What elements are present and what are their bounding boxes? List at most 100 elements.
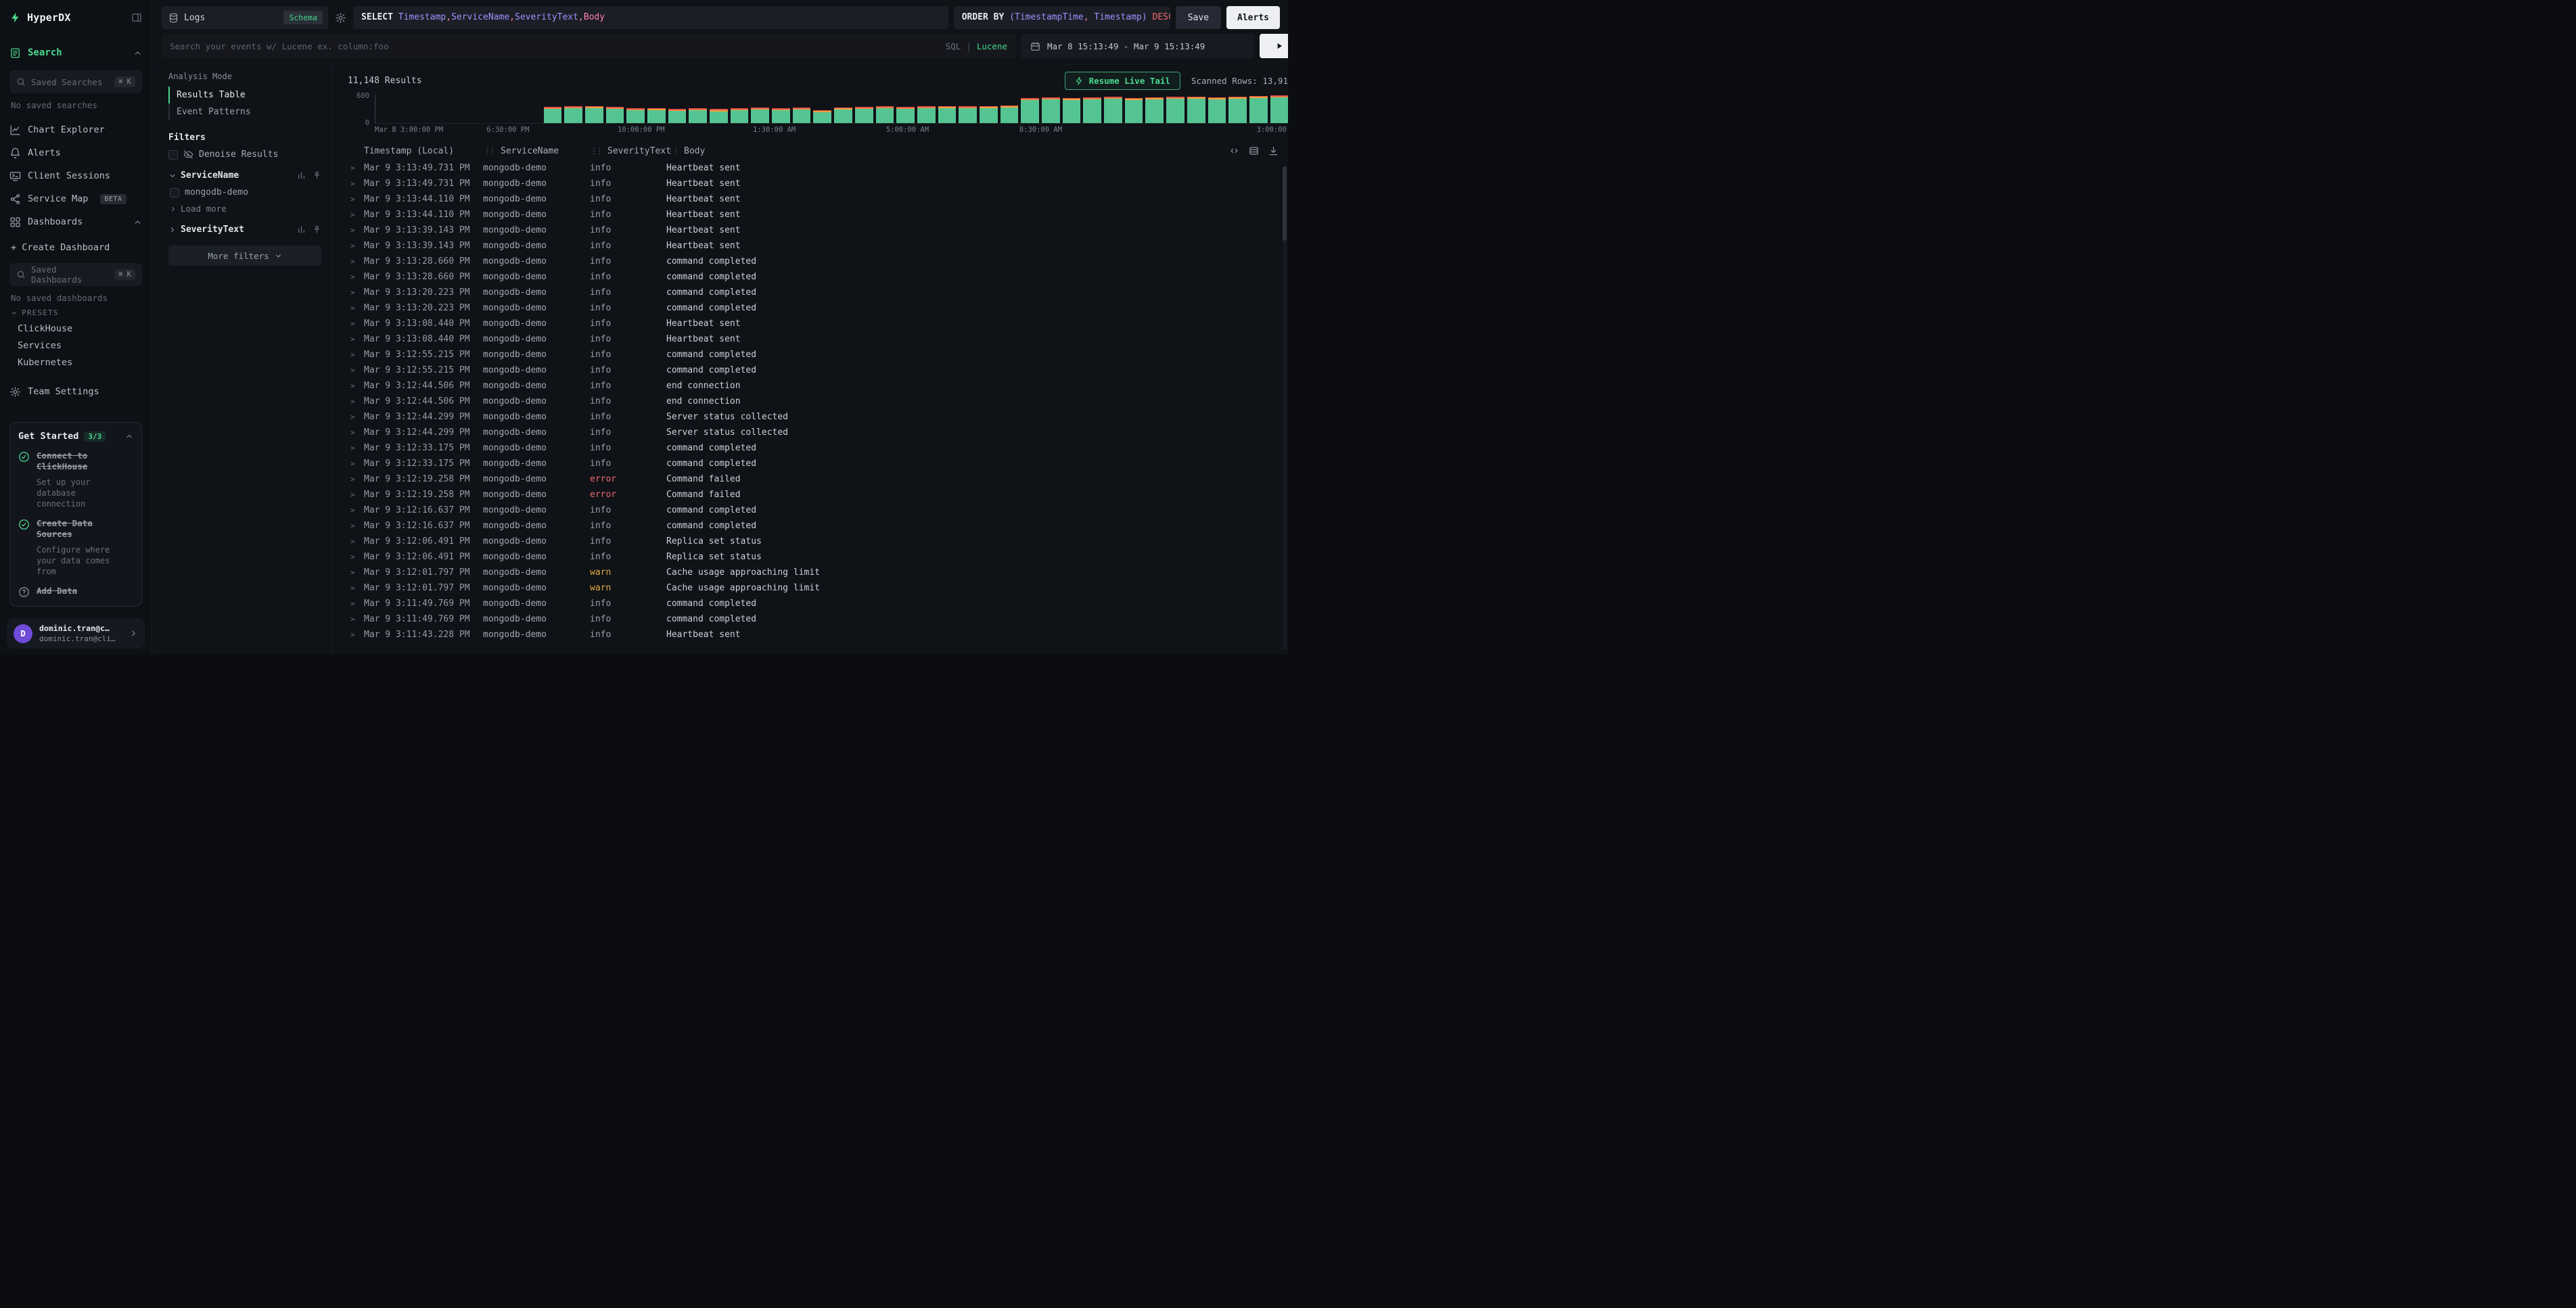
histogram-bar[interactable] (938, 106, 957, 123)
more-filters-button[interactable]: More filters (168, 246, 321, 266)
pin-icon[interactable] (313, 225, 321, 234)
resume-live-tail-button[interactable]: Resume Live Tail (1065, 72, 1180, 90)
saved-dashboards-input[interactable]: Saved Dashboards ⌘ K (9, 263, 142, 286)
filter-option-mongodb-demo[interactable]: mongodb-demo (170, 187, 321, 197)
histogram-bar[interactable] (1145, 97, 1164, 123)
lang-lucene-toggle[interactable]: Lucene (977, 41, 1007, 51)
histogram-bar[interactable] (564, 106, 582, 123)
checkbox[interactable] (168, 150, 178, 160)
histogram-bar[interactable] (1187, 97, 1205, 123)
get-started-item[interactable]: Create Data SourcesConfigure where your … (18, 518, 133, 577)
table-row[interactable]: >Mar 9 3:11:49.769 PMmongodb-demoinfocom… (348, 596, 1288, 611)
table-row[interactable]: >Mar 9 3:13:08.440 PMmongodb-demoinfoHea… (348, 331, 1288, 347)
table-row[interactable]: >Mar 9 3:13:49.731 PMmongodb-demoinfoHea… (348, 160, 1288, 176)
histogram-bar[interactable] (751, 108, 769, 123)
table-row[interactable]: >Mar 9 3:13:28.660 PMmongodb-demoinfocom… (348, 269, 1288, 285)
row-expand-chevron-icon[interactable]: > (348, 319, 364, 328)
table-row[interactable]: >Mar 9 3:12:33.175 PMmongodb-demoinfocom… (348, 440, 1288, 456)
histogram-bar[interactable] (980, 106, 998, 123)
row-expand-chevron-icon[interactable]: > (348, 553, 364, 561)
analysis-mode-results-table[interactable]: Results Table (168, 87, 321, 103)
source-select[interactable]: Logs Schema (162, 6, 328, 29)
histogram-bar[interactable] (1021, 98, 1039, 123)
table-row[interactable]: >Mar 9 3:12:33.175 PMmongodb-demoinfocom… (348, 456, 1288, 471)
row-expand-chevron-icon[interactable]: > (348, 475, 364, 484)
histogram-bar[interactable] (1063, 98, 1081, 123)
analysis-mode-event-patterns[interactable]: Event Patterns (168, 103, 321, 120)
histogram-bar[interactable] (710, 109, 728, 123)
pin-icon[interactable] (313, 171, 321, 180)
histogram-bar[interactable] (1249, 96, 1268, 123)
table-row[interactable]: >Mar 9 3:12:16.637 PMmongodb-demoinfocom… (348, 518, 1288, 534)
histogram-bar[interactable] (793, 108, 811, 123)
row-expand-chevron-icon[interactable]: > (348, 397, 364, 406)
table-row[interactable]: >Mar 9 3:13:20.223 PMmongodb-demoinfocom… (348, 300, 1288, 316)
histogram-bar[interactable] (647, 108, 666, 123)
row-expand-chevron-icon[interactable]: > (348, 599, 364, 608)
histogram-bar[interactable] (772, 108, 790, 123)
histogram-bar[interactable] (606, 107, 624, 123)
histogram-bar[interactable] (731, 108, 749, 123)
sidebar-item-alerts[interactable]: Alerts (9, 141, 142, 164)
column-header-timestamp[interactable]: Timestamp (Local) (364, 146, 483, 156)
column-header-body[interactable]: ⋮⋮Body (666, 146, 1214, 156)
histogram-bar[interactable] (896, 107, 915, 123)
histogram-bar[interactable] (876, 106, 894, 123)
histogram-bar[interactable] (1083, 97, 1101, 123)
sidebar-item-team-settings[interactable]: Team Settings (9, 379, 142, 404)
row-expand-chevron-icon[interactable]: > (348, 568, 364, 577)
row-expand-chevron-icon[interactable]: > (348, 241, 364, 250)
table-row[interactable]: >Mar 9 3:12:19.258 PMmongodb-demoerrorCo… (348, 471, 1288, 487)
table-row[interactable]: >Mar 9 3:12:55.215 PMmongodb-demoinfocom… (348, 363, 1288, 378)
lang-sql-toggle[interactable]: SQL (946, 41, 961, 51)
table-row[interactable]: >Mar 9 3:12:06.491 PMmongodb-demoinfoRep… (348, 549, 1288, 565)
table-row[interactable]: >Mar 9 3:12:44.506 PMmongodb-demoinfoend… (348, 394, 1288, 409)
histogram-bar[interactable] (668, 109, 687, 123)
table-row[interactable]: >Mar 9 3:12:44.299 PMmongodb-demoinfoSer… (348, 425, 1288, 440)
row-expand-chevron-icon[interactable]: > (348, 381, 364, 390)
date-range-picker[interactable]: Mar 8 15:13:49 - Mar 9 15:13:49 (1021, 34, 1254, 58)
row-expand-chevron-icon[interactable]: > (348, 584, 364, 592)
table-row[interactable]: >Mar 9 3:12:06.491 PMmongodb-demoinfoRep… (348, 534, 1288, 549)
histogram-bar[interactable] (544, 107, 562, 123)
schema-link[interactable]: Schema (283, 11, 323, 24)
bar-chart-icon[interactable] (297, 225, 306, 234)
histogram-bar[interactable] (585, 106, 603, 123)
table-row[interactable]: >Mar 9 3:13:28.660 PMmongodb-demoinfocom… (348, 254, 1288, 269)
table-row[interactable]: >Mar 9 3:13:44.110 PMmongodb-demoinfoHea… (348, 207, 1288, 223)
chevron-up-icon[interactable] (125, 432, 133, 440)
get-started-header[interactable]: Get Started 3/3 (18, 431, 133, 442)
row-expand-chevron-icon[interactable]: > (348, 366, 364, 375)
row-expand-chevron-icon[interactable]: > (348, 459, 364, 468)
drag-handle-icon[interactable]: ⋮⋮ (483, 146, 494, 156)
save-button[interactable]: Save (1176, 6, 1221, 29)
sidebar-item-dashboards[interactable]: Dashboards (9, 210, 142, 233)
user-menu[interactable]: D dominic.tran@c… dominic.tran@cli… (7, 618, 145, 649)
table-row[interactable]: >Mar 9 3:11:43.228 PMmongodb-demoinfoHea… (348, 627, 1288, 643)
bar-chart-icon[interactable] (297, 171, 306, 180)
preset-item-kubernetes[interactable]: Kubernetes (9, 354, 142, 371)
row-expand-chevron-icon[interactable]: > (348, 210, 364, 219)
table-row[interactable]: >Mar 9 3:12:19.258 PMmongodb-demoerrorCo… (348, 487, 1288, 503)
alerts-button[interactable]: Alerts (1226, 6, 1280, 29)
saved-searches-input[interactable]: Saved Searches ⌘ K (9, 70, 142, 93)
histogram-bar[interactable] (1125, 98, 1143, 123)
sidebar-collapse-icon[interactable] (131, 12, 142, 23)
histogram-bar[interactable] (834, 108, 852, 123)
histogram-bar[interactable] (1270, 95, 1288, 123)
scrollbar-thumb[interactable] (1283, 166, 1287, 241)
drag-handle-icon[interactable]: ⋮⋮ (590, 146, 601, 156)
row-expand-chevron-icon[interactable]: > (348, 226, 364, 235)
preset-item-clickhouse[interactable]: ClickHouse (9, 320, 142, 337)
row-expand-chevron-icon[interactable]: > (348, 288, 364, 297)
download-icon[interactable] (1268, 146, 1279, 156)
code-icon[interactable] (1229, 146, 1239, 156)
scrollbar[interactable] (1283, 166, 1287, 650)
sidebar-item-client-sessions[interactable]: Client Sessions (9, 164, 142, 187)
source-settings-gear-icon[interactable] (334, 12, 348, 24)
create-dashboard-button[interactable]: + Create Dashboard (9, 236, 142, 259)
histogram-bar[interactable] (1001, 106, 1019, 123)
row-expand-chevron-icon[interactable]: > (348, 179, 364, 188)
histogram-bar[interactable] (959, 106, 977, 123)
get-started-item[interactable]: Add Data (18, 586, 133, 598)
